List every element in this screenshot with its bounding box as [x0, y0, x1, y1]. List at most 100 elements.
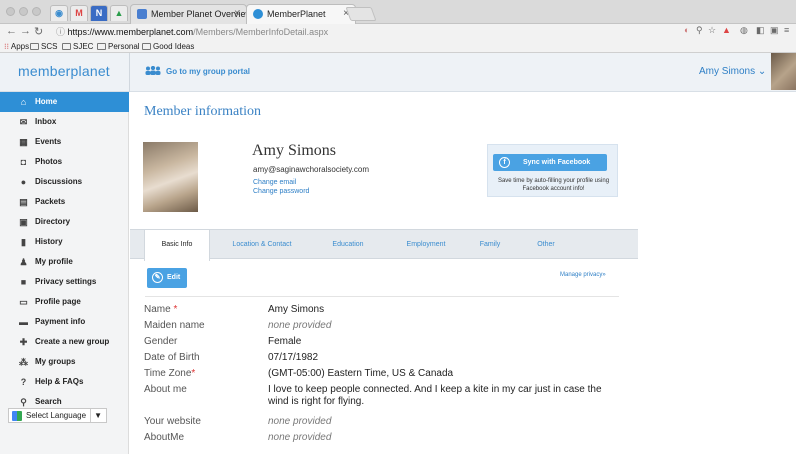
browser-tab-memberplanet[interactable]: MemberPlanet ×	[246, 4, 356, 24]
change-email-link[interactable]: Change email	[253, 179, 296, 186]
calendar-icon: ▦	[19, 137, 28, 147]
url-path: /Members/MemberInfoDetail.aspx	[193, 27, 329, 37]
tab-family[interactable]: Family	[470, 230, 510, 260]
language-select[interactable]: Select Language ▼	[8, 408, 107, 423]
profile-tabs: Basic Info Location & Contact Education …	[130, 229, 638, 261]
info-icon: ⓘ	[56, 27, 68, 37]
field-value-aboutme: none provided	[268, 432, 332, 443]
bookmark-star-icon[interactable]: ☆	[708, 25, 716, 36]
speech-bubble-icon: ●	[20, 177, 27, 187]
browser-tab-overview[interactable]: Member Planet Overview - Su ×	[130, 4, 247, 24]
document-icon: ▤	[19, 197, 28, 207]
close-tab-icon[interactable]: ×	[234, 5, 240, 23]
sidebar-item-directory[interactable]: ▣ Directory	[0, 212, 129, 232]
sidebar-item-label: Help & FAQs	[35, 377, 84, 386]
facebook-icon: f	[499, 157, 510, 168]
forward-arrow-icon[interactable]: →	[20, 25, 31, 37]
sidebar-item-label: Home	[35, 97, 58, 106]
bookmark-apps[interactable]: ⁝⁝ Apps	[4, 41, 29, 52]
sidebar-item-label: Directory	[35, 217, 71, 226]
field-label-website: Your website	[144, 416, 201, 427]
new-tab-button[interactable]	[345, 7, 377, 21]
sidebar-item-events[interactable]: ▦ Events	[0, 132, 129, 152]
sidebar-item-home[interactable]: ⌂ Home	[0, 92, 129, 112]
group-portal-link[interactable]: Go to my group portal	[145, 66, 250, 76]
back-arrow-icon[interactable]: ←	[6, 25, 17, 37]
window-zoom-control[interactable]	[32, 7, 41, 16]
profile-photo	[143, 142, 198, 212]
lock-icon: ■	[20, 277, 27, 287]
page-title: Member information	[144, 104, 262, 119]
bookmark-scs[interactable]: SCS	[30, 41, 57, 52]
window-minimize-control[interactable]	[19, 7, 28, 16]
manage-privacy-link[interactable]: Manage privacy»	[560, 272, 606, 278]
sidebar-item-discussions[interactable]: ● Discussions	[0, 172, 129, 192]
field-label-about-me: About me	[144, 384, 187, 395]
sidebar-item-my-profile[interactable]: ♟ My profile	[0, 252, 129, 272]
sidebar-item-label: Profile page	[35, 297, 81, 306]
tab-location-contact[interactable]: Location & Contact	[222, 230, 302, 260]
tab-basic-info[interactable]: Basic Info	[144, 230, 210, 261]
extension-icon[interactable]: ◐	[684, 25, 689, 35]
user-name: Amy Simons	[699, 66, 756, 77]
camera-icon: ◘	[20, 157, 27, 167]
chevron-down-icon: ⌄	[757, 66, 767, 77]
field-value-time-zone: (GMT-05:00) Eastern Time, US & Canada	[268, 368, 454, 379]
profile-name: Amy Simons	[252, 142, 337, 159]
facebook-sync-text: Save time by auto-filling your profile u…	[497, 178, 610, 192]
plus-icon: ✚	[19, 337, 28, 347]
tab-other[interactable]: Other	[526, 230, 566, 260]
sidebar-item-profile-page[interactable]: ▭ Profile page	[0, 292, 129, 312]
sidebar-item-label: My profile	[35, 257, 73, 266]
extension-icon[interactable]: ▣	[770, 25, 779, 36]
reload-icon[interactable]: ↻	[34, 25, 43, 38]
facebook-sync-panel: f Sync with Facebook Save time by auto-f…	[487, 144, 618, 197]
tab-employment[interactable]: Employment	[394, 230, 458, 260]
menu-icon[interactable]: ≡	[784, 25, 789, 35]
sidebar-item-photos[interactable]: ◘ Photos	[0, 152, 129, 172]
monitor-icon: ▭	[19, 297, 28, 307]
home-icon: ⌂	[20, 97, 27, 107]
sync-facebook-button[interactable]: f Sync with Facebook	[493, 154, 607, 171]
tab-education[interactable]: Education	[318, 230, 378, 260]
edit-button[interactable]: ✎ Edit	[147, 268, 187, 288]
field-label-time-zone: Time Zone*	[144, 368, 196, 379]
field-value-about-me: I love to keep people connected. And I k…	[268, 384, 602, 407]
user-menu[interactable]: Amy Simons ⌄	[699, 66, 766, 77]
bookmark-personal[interactable]: Personal	[97, 41, 140, 52]
extension-icon[interactable]: ◧	[756, 25, 765, 36]
sidebar-item-my-groups[interactable]: ⁂ My groups	[0, 352, 129, 372]
extension-new-icon[interactable]: ▲	[722, 25, 731, 35]
sidebar-item-label: History	[35, 237, 63, 246]
bookmark-sjec[interactable]: SJEC	[62, 41, 93, 52]
sidebar-item-history[interactable]: ▮ History	[0, 232, 129, 252]
sidebar-item-label: Photos	[35, 157, 63, 166]
sidebar-item-privacy-settings[interactable]: ■ Privacy settings	[0, 272, 129, 292]
window-close-control[interactable]	[6, 7, 15, 16]
extension-icon[interactable]: ◍	[740, 25, 748, 36]
pinned-tab-drive[interactable]: ▲	[110, 5, 128, 21]
bar-chart-icon: ▮	[21, 237, 26, 247]
field-value-website: none provided	[268, 416, 332, 427]
sidebar-item-payment-info[interactable]: ▬ Payment info	[0, 312, 129, 332]
sidebar-item-help[interactable]: ? Help & FAQs	[0, 372, 129, 392]
change-password-link[interactable]: Change password	[253, 188, 309, 195]
sidebar-item-inbox[interactable]: ✉ Inbox	[0, 112, 129, 132]
zoom-icon[interactable]: ⚲	[696, 25, 703, 36]
memberplanet-logo[interactable]: memberplanet	[18, 63, 110, 79]
language-label: Select Language	[26, 411, 87, 420]
user-avatar[interactable]	[771, 53, 796, 90]
sidebar-item-label: My groups	[35, 357, 76, 366]
question-icon: ?	[20, 377, 27, 387]
url-field[interactable]: ⓘ https://www.memberplanet.com/Members/M…	[56, 25, 668, 40]
pinned-tab-app[interactable]: N	[90, 5, 108, 21]
pinned-tab-gmail[interactable]: M	[70, 5, 88, 21]
sidebar-item-label: Inbox	[35, 117, 57, 126]
sidebar-item-label: Create a new group	[35, 337, 110, 346]
tab-label: Member Planet Overview - Su	[151, 9, 246, 19]
sidebar-item-label: Events	[35, 137, 62, 146]
sidebar-item-packets[interactable]: ▤ Packets	[0, 192, 129, 212]
pinned-tab-chrome-icon[interactable]: ◉	[50, 5, 68, 21]
sidebar-item-create-group[interactable]: ✚ Create a new group	[0, 332, 129, 352]
bookmark-good-ideas[interactable]: Good Ideas	[142, 41, 194, 52]
